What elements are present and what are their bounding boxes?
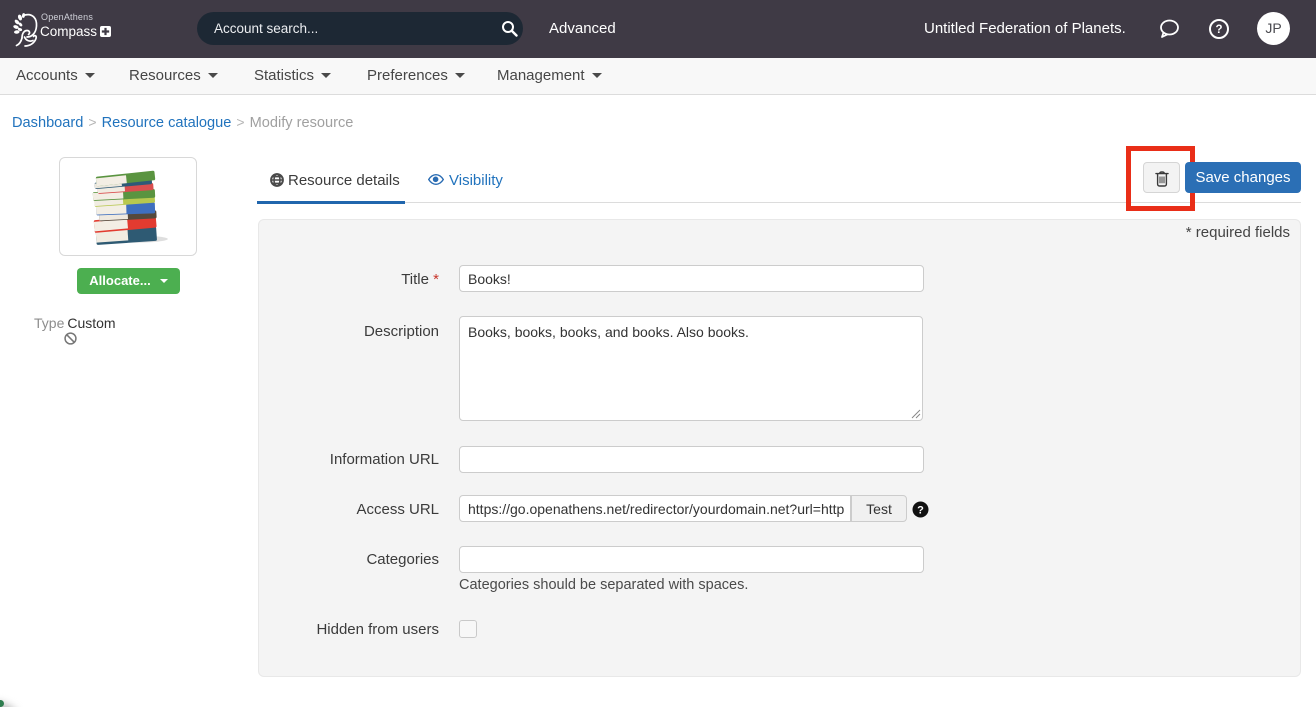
svg-text:?: ? — [1215, 24, 1222, 36]
svg-text:?: ? — [917, 505, 924, 517]
